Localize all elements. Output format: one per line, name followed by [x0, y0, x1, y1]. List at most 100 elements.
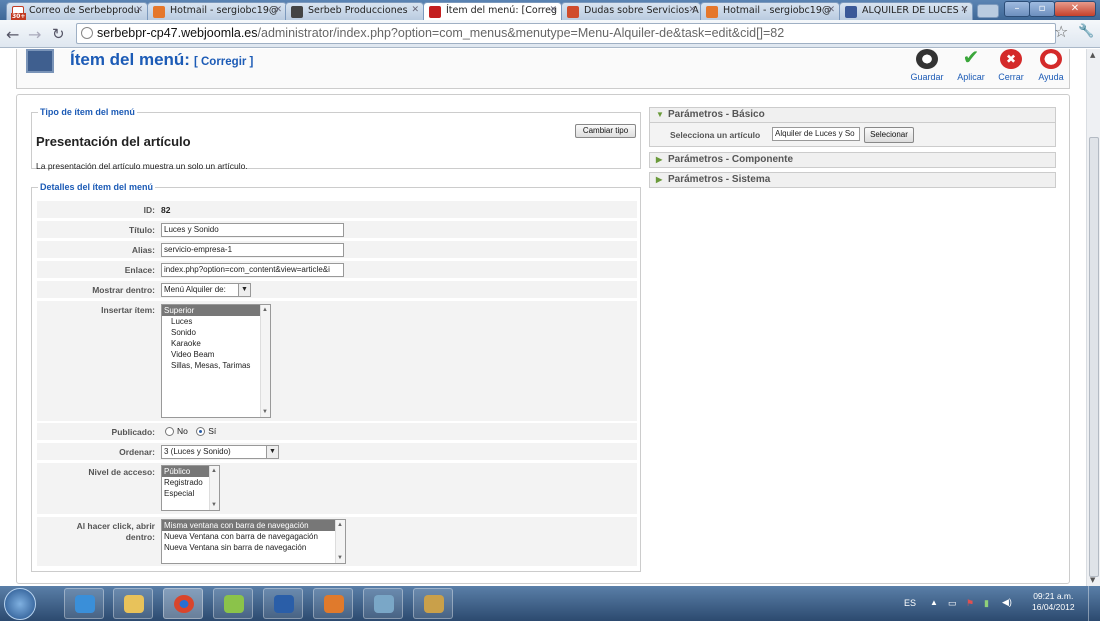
scroll-down-icon[interactable]: ▼	[1090, 576, 1095, 584]
taskbar-app[interactable]	[363, 588, 403, 619]
params-basic-header[interactable]: ▼ Parámetros - Básico	[649, 107, 1056, 123]
page-scrollbar[interactable]: ▲ ▼	[1086, 49, 1100, 586]
close-tab-icon[interactable]: ✕	[960, 5, 968, 15]
close-tab-icon[interactable]: ✕	[688, 5, 696, 15]
tab-item-menu[interactable]: Ítem del menú: [Correg ✕	[423, 2, 562, 20]
taskbar-app[interactable]	[263, 588, 303, 619]
menu-select-value: Menú Alquiler de:	[164, 285, 226, 294]
title-input[interactable]: Luces y Sonido	[161, 223, 344, 237]
tray-expand-icon[interactable]: ▲	[930, 598, 938, 607]
row-open-in: Al hacer click, abrir dentro: Misma venta…	[37, 517, 637, 567]
start-button[interactable]	[4, 588, 36, 620]
order-select[interactable]: 3 (Luces y Sonido) ▼	[161, 445, 279, 459]
open-in-option[interactable]: Misma ventana con barra de navegación	[162, 520, 345, 531]
page-viewport: Ítem del menú:[ Corregir ] Guardar ✔ Apli…	[0, 49, 1084, 586]
close-tab-icon[interactable]: ✕	[274, 5, 282, 15]
access-listbox[interactable]: Público Registrado Especial ▲ ▼	[161, 465, 220, 511]
reload-icon[interactable]: ↻	[52, 25, 65, 43]
published-no-radio[interactable]	[165, 427, 174, 437]
open-in-label: Al hacer click, abrir dentro:	[37, 521, 155, 543]
change-type-button[interactable]: Cambiar tipo	[575, 124, 636, 138]
taskbar-app[interactable]	[163, 588, 203, 619]
save-button[interactable]: Guardar	[907, 49, 947, 82]
open-in-label-line2: dentro:	[125, 532, 155, 542]
scroll-down-icon[interactable]: ▼	[262, 409, 268, 415]
order-select-value: 3 (Luces y Sonido)	[164, 447, 231, 456]
listbox-scrollbar[interactable]: ▲ ▼	[260, 305, 270, 417]
article-input[interactable]: Alquiler de Luces y So	[772, 127, 860, 141]
maximize-icon[interactable]: ▫	[1029, 1, 1055, 17]
tab-dudas[interactable]: Dudas sobre Servicios A ✕	[561, 2, 701, 20]
back-icon[interactable]: ←	[6, 25, 19, 44]
clock[interactable]: 09:21 a.m. 16/04/2012	[1032, 591, 1075, 613]
scroll-up-icon[interactable]: ▲	[337, 522, 343, 528]
close-tab-icon[interactable]: ✕	[827, 5, 835, 15]
scroll-up-icon[interactable]: ▲	[211, 468, 217, 474]
menu-item-details-legend: Detalles del ítem del menú	[40, 182, 154, 192]
forward-icon[interactable]: →	[28, 25, 41, 44]
address-bar[interactable]: serbebpr-cp47.webjoomla.es/administrator…	[76, 23, 1056, 44]
scroll-up-icon[interactable]: ▲	[262, 307, 268, 313]
minimize-icon[interactable]: –	[1004, 1, 1030, 17]
row-menu: Mostrar dentro: Menú Alquiler de: ▼	[37, 281, 637, 299]
open-in-listbox[interactable]: Misma ventana con barra de navegación Nu…	[161, 519, 346, 564]
window-controls: – ▫ ✕	[1004, 1, 1096, 17]
params-system-title: Parámetros - Sistema	[668, 174, 771, 185]
facebook-icon	[845, 6, 857, 18]
tab-serbeb[interactable]: Serbeb Producciones ✕	[285, 2, 424, 20]
close-button[interactable]: ✖ Cerrar	[991, 49, 1031, 82]
taskbar-app[interactable]	[213, 588, 253, 619]
menu-item-type-title: Presentación del artículo	[36, 134, 191, 149]
word-icon	[274, 595, 294, 613]
apply-button[interactable]: ✔ Aplicar	[951, 49, 991, 82]
browser-tab-strip: Correo de Serbebprodu ✕ Hotmail - sergiob…	[0, 0, 1100, 20]
wrench-icon[interactable]: 🔧	[1078, 24, 1094, 39]
power-icon[interactable]: ▮	[984, 598, 989, 609]
close-tab-icon[interactable]: ✕	[549, 5, 557, 15]
tab-hotmail-2[interactable]: Hotmail - sergiobc19@ ✕	[700, 2, 840, 20]
close-tab-icon[interactable]: ✕	[135, 5, 143, 15]
parent-option[interactable]: Video Beam	[162, 349, 270, 360]
tab-correo[interactable]: Correo de Serbebprodu ✕	[6, 2, 148, 20]
volume-icon[interactable]: ◀)	[1002, 597, 1012, 608]
menu-select[interactable]: Menú Alquiler de: ▼	[161, 283, 251, 297]
parent-option[interactable]: Sillas, Mesas, Tarimas	[162, 360, 270, 371]
bookmark-star-icon[interactable]: ☆	[1054, 22, 1068, 41]
language-indicator[interactable]: ES	[904, 598, 916, 608]
parent-option[interactable]: Karaoke	[162, 338, 270, 349]
network-icon[interactable]: ▭	[948, 598, 957, 609]
close-tab-icon[interactable]: ✕	[411, 5, 419, 15]
show-desktop-button[interactable]	[1088, 586, 1100, 621]
scroll-down-icon[interactable]: ▼	[211, 502, 217, 508]
id-label: ID:	[143, 205, 155, 215]
taskbar-app[interactable]	[113, 588, 153, 619]
open-in-option[interactable]: Nueva Ventana sin barra de navegación	[162, 542, 345, 553]
tab-title: Correo de Serbebprodu	[29, 5, 140, 16]
params-component-header[interactable]: ▶ Parámetros - Componente	[649, 152, 1056, 168]
scroll-down-icon[interactable]: ▼	[337, 555, 343, 561]
tab-hotmail-1[interactable]: Hotmail - sergiobc19@ ✕	[147, 2, 287, 20]
help-button[interactable]: Ayuda	[1031, 49, 1071, 82]
scroll-up-icon[interactable]: ▲	[1090, 51, 1095, 59]
taskbar-app[interactable]	[313, 588, 353, 619]
url-host: serbebpr-cp47.webjoomla.es	[97, 26, 258, 40]
select-article-button[interactable]: Selecionar	[864, 127, 914, 143]
new-tab-button[interactable]	[977, 4, 999, 18]
parent-option[interactable]: Luces	[162, 316, 270, 327]
params-system-header[interactable]: ▶ Parámetros - Sistema	[649, 172, 1056, 188]
flag-icon[interactable]: ⚑	[966, 598, 974, 609]
taskbar-app[interactable]	[64, 588, 104, 619]
open-in-option[interactable]: Nueva Ventana con barra de navegagación	[162, 531, 345, 542]
alias-input[interactable]: servicio-empresa-1	[161, 243, 344, 257]
tab-facebook[interactable]: ALQUILER DE LUCES Y ✕	[839, 2, 973, 20]
taskbar-app[interactable]	[413, 588, 453, 619]
scrollbar-thumb[interactable]	[1089, 137, 1099, 577]
parent-option[interactable]: Sonido	[162, 327, 270, 338]
parent-listbox[interactable]: Superior Luces Sonido Karaoke Video Beam…	[161, 304, 271, 418]
parent-option[interactable]: Superior	[162, 305, 270, 316]
listbox-scrollbar[interactable]: ▲ ▼	[335, 520, 345, 563]
close-window-icon[interactable]: ✕	[1054, 1, 1096, 17]
link-input[interactable]: index.php?option=com_content&view=articl…	[161, 263, 344, 277]
published-yes-radio[interactable]	[196, 427, 206, 437]
listbox-scrollbar[interactable]: ▲ ▼	[209, 466, 219, 510]
